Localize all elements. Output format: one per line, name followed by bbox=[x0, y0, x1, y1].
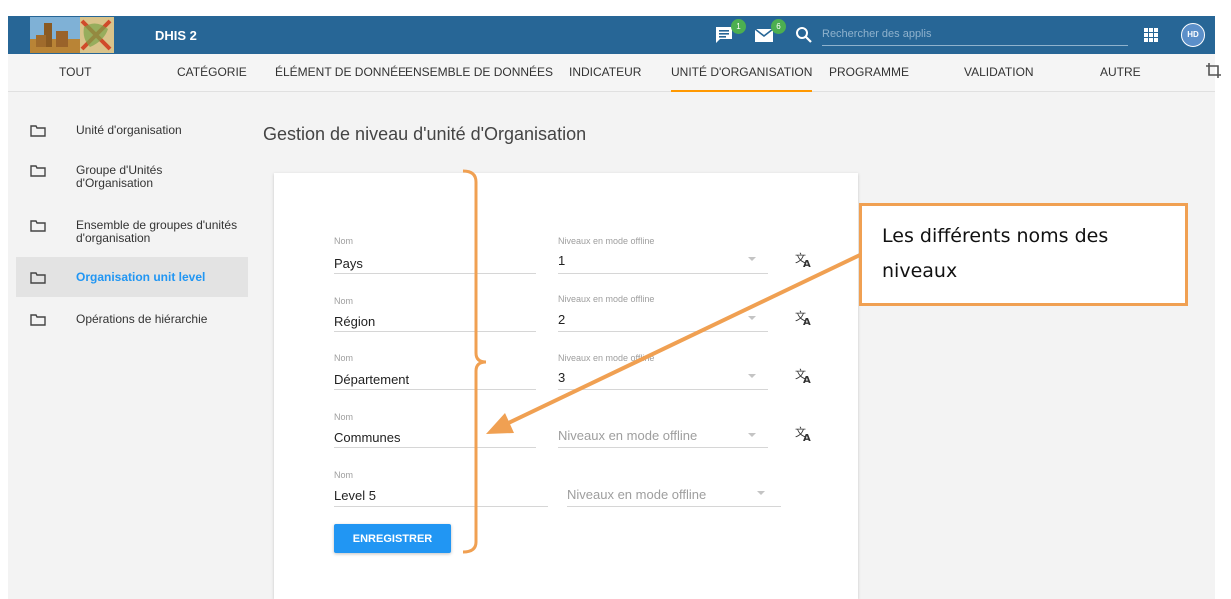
field-underline bbox=[558, 447, 768, 448]
name-field[interactable]: Département bbox=[334, 372, 409, 387]
folder-icon bbox=[30, 220, 46, 232]
offline-level-select[interactable]: 2 bbox=[558, 312, 565, 327]
tab-unite-d-organisation[interactable]: UNITÉ D'ORGANISATION bbox=[671, 54, 813, 92]
top-header-bar: DHIS 2 1 6 HD bbox=[8, 16, 1215, 54]
translate-icon[interactable]: 文A bbox=[795, 368, 813, 384]
svg-text:A: A bbox=[803, 375, 811, 384]
annotation-text-line1: Les différents noms des bbox=[882, 225, 1109, 247]
sidebar-item-organisation-unit-level[interactable]: Organisation unit level bbox=[16, 257, 248, 297]
field-underline bbox=[558, 331, 768, 332]
page-title: Gestion de niveau d'unité d'Organisation bbox=[263, 124, 587, 144]
tab-programme[interactable]: PROGRAMME bbox=[829, 54, 909, 92]
name-field-label: Nom bbox=[334, 470, 354, 480]
svg-text:A: A bbox=[803, 259, 811, 268]
messages-count-badge: 1 bbox=[731, 19, 746, 34]
name-field[interactable]: Région bbox=[334, 314, 375, 329]
app-logo[interactable] bbox=[30, 17, 114, 53]
sidebar-item-label: Ensemble de groupes d'unités d'organisat… bbox=[76, 218, 238, 245]
user-avatar[interactable]: HD bbox=[1181, 23, 1205, 47]
name-field[interactable]: Pays bbox=[334, 256, 363, 271]
sidebar-item-label: Organisation unit level bbox=[76, 269, 206, 284]
translate-icon[interactable]: 文A bbox=[795, 310, 813, 326]
tab-tout[interactable]: TOUT bbox=[59, 54, 91, 92]
name-field-label: Nom bbox=[334, 236, 354, 246]
chevron-down-icon[interactable] bbox=[748, 257, 756, 261]
field-underline bbox=[334, 331, 536, 332]
field-underline bbox=[558, 273, 768, 274]
sidebar-item-unite-d-organisation[interactable]: Unité d'organisation bbox=[16, 124, 248, 137]
sidebar-item-label: Groupe d'Unités d'Organisation bbox=[76, 163, 163, 190]
chevron-down-icon[interactable] bbox=[748, 374, 756, 378]
svg-text:A: A bbox=[803, 317, 811, 326]
svg-text:A: A bbox=[803, 433, 811, 442]
translate-icon[interactable]: 文A bbox=[795, 252, 813, 268]
field-underline bbox=[334, 389, 536, 390]
apps-grid-icon[interactable] bbox=[1144, 28, 1158, 42]
chevron-down-icon[interactable] bbox=[757, 491, 765, 495]
sidebar-item-label: Unité d'organisation bbox=[76, 123, 182, 137]
save-button[interactable]: ENREGISTRER bbox=[334, 524, 451, 553]
offline-level-label: Niveaux en mode offline bbox=[558, 294, 655, 304]
search-icon[interactable] bbox=[795, 26, 813, 44]
offline-level-select[interactable]: 1 bbox=[558, 253, 565, 268]
chevron-down-icon[interactable] bbox=[748, 433, 756, 437]
translate-icon[interactable]: 文A bbox=[795, 426, 813, 442]
tab-ensemble-de-donnees[interactable]: ENSEMBLE DE DONNÉES bbox=[405, 54, 553, 92]
name-field[interactable]: Communes bbox=[334, 430, 400, 445]
field-underline bbox=[334, 506, 548, 507]
tab-categorie[interactable]: CATÉGORIE bbox=[177, 54, 247, 92]
folder-icon bbox=[30, 125, 46, 137]
sidebar-item-groupe-d-unites[interactable]: Groupe d'Unités d'Organisation bbox=[16, 164, 248, 190]
folder-icon bbox=[30, 314, 46, 326]
field-underline bbox=[567, 506, 781, 507]
offline-level-label: Niveaux en mode offline bbox=[558, 236, 655, 246]
mail-icon[interactable]: 6 bbox=[754, 19, 786, 47]
sidebar-item-ensemble-de-groupes[interactable]: Ensemble de groupes d'unités d'organisat… bbox=[16, 219, 248, 245]
field-underline bbox=[334, 447, 536, 448]
sidebar-item-label: Opérations de hiérarchie bbox=[76, 312, 208, 326]
folder-icon bbox=[30, 165, 46, 177]
tab-element-de-donnee[interactable]: ÉLÉMENT DE DONNÉE bbox=[275, 54, 406, 92]
name-field-label: Nom bbox=[334, 296, 354, 306]
messages-icon[interactable]: 1 bbox=[714, 19, 746, 47]
app-title[interactable]: DHIS 2 bbox=[155, 28, 197, 43]
sidebar-item-operations-de-hierarchie[interactable]: Opérations de hiérarchie bbox=[16, 313, 248, 326]
name-field[interactable]: Level 5 bbox=[334, 488, 376, 503]
offline-level-select[interactable]: 3 bbox=[558, 370, 565, 385]
crop-icon[interactable] bbox=[1205, 62, 1223, 80]
section-tab-bar: TOUT CATÉGORIE ÉLÉMENT DE DONNÉE ENSEMBL… bbox=[8, 54, 1221, 92]
tab-indicateur[interactable]: INDICATEUR bbox=[569, 54, 641, 92]
offline-level-label: Niveaux en mode offline bbox=[558, 353, 655, 363]
field-underline bbox=[334, 273, 536, 274]
field-underline bbox=[558, 389, 768, 390]
annotation-text-line2: niveaux bbox=[882, 260, 958, 282]
offline-level-select[interactable]: Niveaux en mode offline bbox=[567, 487, 706, 502]
chevron-down-icon[interactable] bbox=[748, 316, 756, 320]
offline-level-select[interactable]: Niveaux en mode offline bbox=[558, 428, 697, 443]
tab-validation[interactable]: VALIDATION bbox=[964, 54, 1034, 92]
annotation-callout: Les différents noms des niveaux bbox=[859, 203, 1188, 306]
mail-count-badge: 6 bbox=[771, 19, 786, 34]
app-search-input[interactable] bbox=[822, 24, 1128, 46]
name-field-label: Nom bbox=[334, 353, 354, 363]
tab-autre[interactable]: AUTRE bbox=[1100, 54, 1141, 92]
folder-icon bbox=[30, 271, 46, 284]
name-field-label: Nom bbox=[334, 412, 354, 422]
